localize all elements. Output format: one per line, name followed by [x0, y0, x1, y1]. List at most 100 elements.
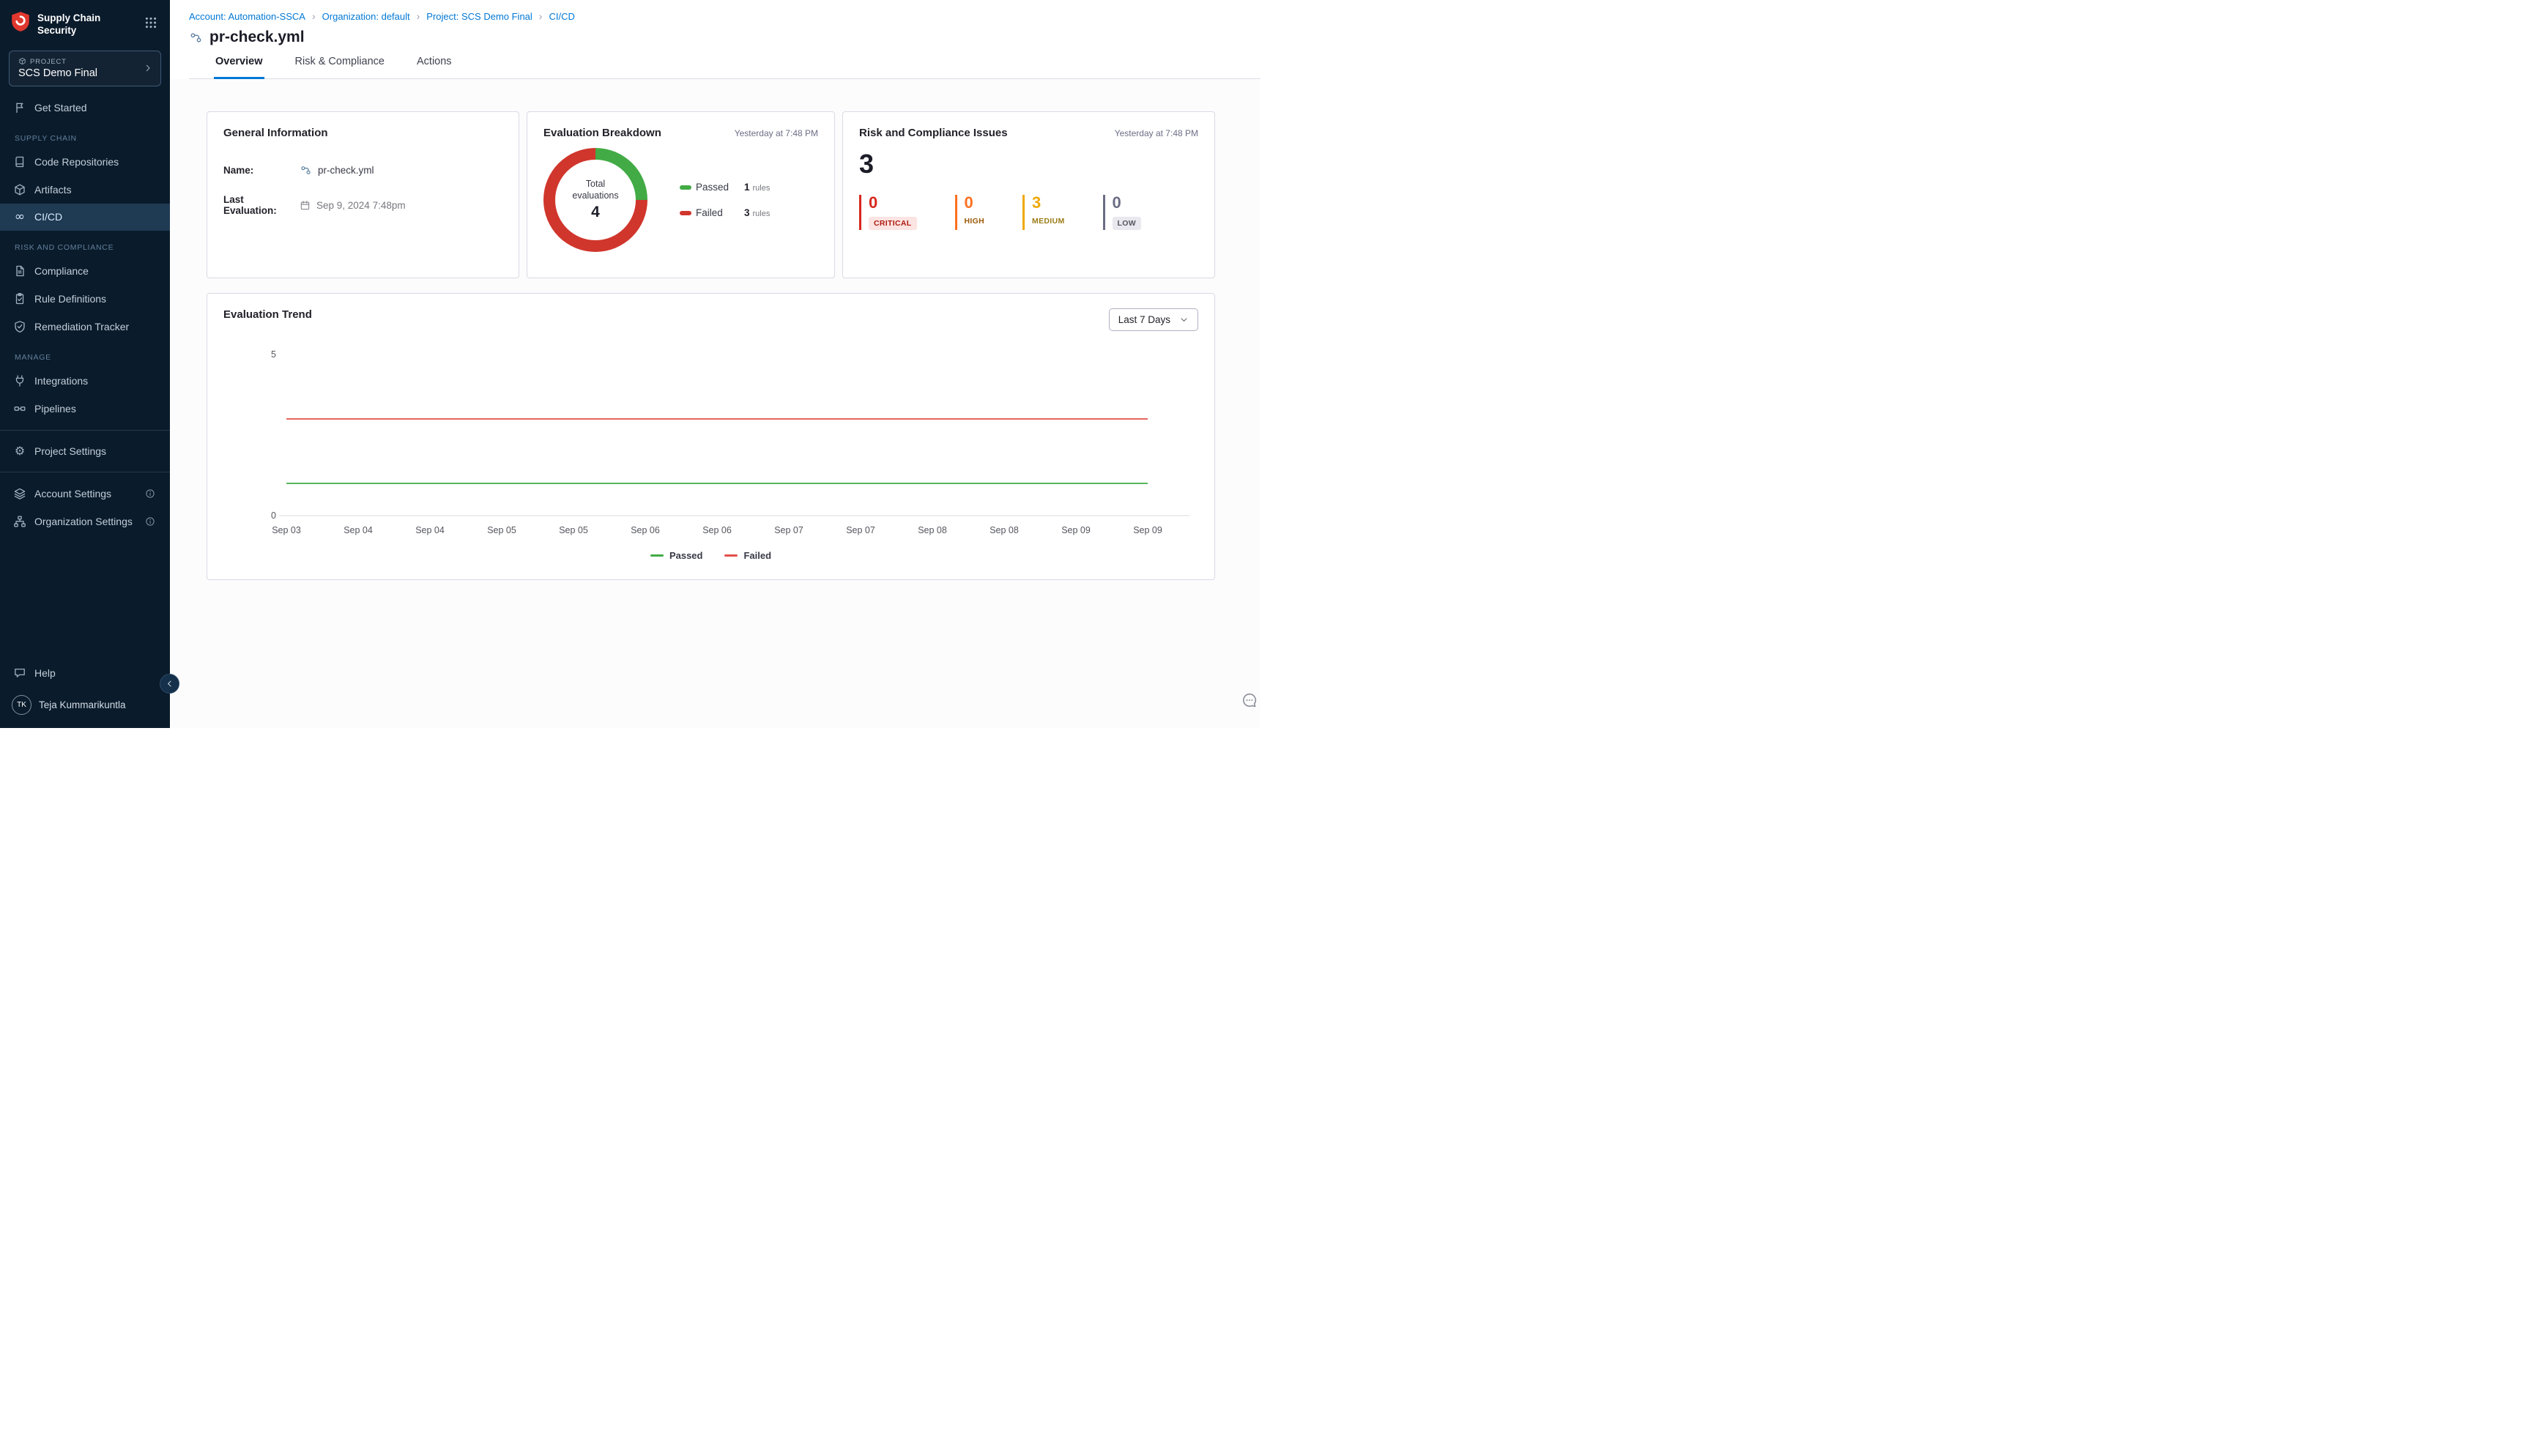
sidebar-item-ci-cd[interactable]: ∞CI/CD	[0, 204, 170, 231]
workflow-icon	[300, 164, 312, 177]
severity-high: 0HIGH	[955, 195, 985, 230]
user-name: Teja Kummarikuntla	[39, 699, 126, 710]
sidebar-nav: Get Started SUPPLY CHAIN Code Repositories…	[0, 89, 170, 659]
chevron-down-icon	[1179, 315, 1189, 324]
main-header: Account: Automation-SSCA › Organization: d…	[170, 0, 1260, 79]
tab-risk-compliance[interactable]: Risk & Compliance	[294, 56, 387, 79]
legend-count: 1rules	[744, 182, 770, 193]
sidebar-item-account-settings[interactable]: Account Settings	[0, 480, 170, 508]
last-evaluation-label: Last Evaluation:	[223, 194, 300, 216]
svg-text:Sep 08: Sep 08	[918, 525, 947, 535]
trend-chart-svg: 05Sep 03Sep 04Sep 04Sep 05Sep 05Sep 06Se…	[223, 334, 1200, 542]
date-range-select[interactable]: Last 7 Days	[1109, 308, 1198, 331]
breadcrumb-link-2[interactable]: Project: SCS Demo Final	[426, 11, 532, 22]
card-timestamp: Yesterday at 7:48 PM	[735, 128, 818, 138]
repo-icon	[13, 155, 26, 168]
project-selector[interactable]: PROJECT SCS Demo Final	[9, 51, 161, 86]
risk-and-compliance-issues-card: Risk and Compliance Issues Yesterday at …	[842, 111, 1215, 278]
sidebar-item-rule-definitions[interactable]: Rule Definitions	[0, 285, 170, 313]
cube-icon	[18, 57, 26, 67]
svg-text:Sep 04: Sep 04	[415, 525, 445, 535]
svg-text:Sep 05: Sep 05	[487, 525, 516, 535]
app-root: Supply Chain Security PROJECT SCS Demo F…	[0, 0, 1260, 728]
tab-actions[interactable]: Actions	[415, 56, 453, 79]
name-value: pr-check.yml	[318, 165, 374, 176]
sidebar-collapse-toggle[interactable]	[160, 674, 179, 694]
svg-text:Sep 03: Sep 03	[272, 525, 301, 535]
sidebar-item-integrations[interactable]: Integrations	[0, 367, 170, 395]
svg-text:5: 5	[271, 349, 276, 360]
breadcrumb-separator: ›	[417, 10, 420, 22]
legend-count: 3rules	[744, 207, 770, 218]
breadcrumb-link-3[interactable]: CI/CD	[549, 11, 574, 22]
general-info-row-last-evaluation: Last Evaluation: Sep 9, 2024 7:48pm	[223, 194, 502, 216]
sidebar-item-label: Compliance	[34, 265, 89, 277]
sidebar-item-label: Remediation Tracker	[34, 321, 129, 333]
gear-icon: ⚙	[13, 445, 26, 457]
sidebar-item-label: Account Settings	[34, 488, 111, 499]
donut-center-total: 4	[591, 204, 600, 221]
page-title: pr-check.yml	[209, 29, 305, 46]
sidebar-bottom: Help TK Teja Kummarikuntla	[0, 659, 170, 728]
sidebar-item-label: Code Repositories	[34, 156, 119, 168]
title-row: pr-check.yml	[189, 29, 1260, 46]
sidebar-divider	[0, 430, 170, 431]
severity-count: 0	[965, 195, 985, 211]
project-name: SCS Demo Final	[18, 67, 97, 79]
card-title: Evaluation Breakdown	[543, 127, 661, 139]
module-grid-icon[interactable]	[142, 14, 160, 34]
trend-legend-item-passed: Passed	[650, 550, 703, 561]
legend-unit: rules	[753, 209, 771, 218]
card-title: Evaluation Trend	[223, 308, 312, 321]
user-menu[interactable]: TK Teja Kummarikuntla	[0, 687, 170, 719]
content: General Information Name: pr-check.yml L…	[170, 79, 1260, 728]
svg-text:Sep 06: Sep 06	[702, 525, 732, 535]
breadcrumb-link-1[interactable]: Organization: default	[322, 11, 410, 22]
plug-icon	[13, 374, 26, 387]
pipeline-icon	[13, 402, 26, 415]
tab-overview[interactable]: Overview	[214, 56, 264, 79]
sidebar-item-label: Get Started	[34, 102, 87, 114]
legend-dash	[650, 554, 664, 557]
sitemap-icon	[13, 515, 26, 528]
sidebar-item-organization-settings[interactable]: Organization Settings	[0, 508, 170, 535]
sidebar-item-compliance[interactable]: Compliance	[0, 257, 170, 285]
name-label: Name:	[223, 165, 300, 176]
severity-low: 0 LOW	[1103, 195, 1141, 230]
brand-shield-logo-icon	[11, 11, 30, 33]
sidebar-item-label: Project Settings	[34, 445, 106, 457]
severity-label: CRITICAL	[869, 217, 917, 230]
legend-label: Failed	[743, 550, 771, 561]
sidebar-item-code-repositories[interactable]: Code Repositories	[0, 148, 170, 176]
severity-medium: 3MEDIUM	[1022, 195, 1064, 230]
card-title: Risk and Compliance Issues	[859, 127, 1008, 139]
sidebar-section-title: RISK AND COMPLIANCE	[0, 231, 170, 257]
severity-count: 0	[1113, 195, 1141, 211]
document-icon	[13, 264, 26, 278]
clipboard-icon	[13, 292, 26, 305]
sidebar-item-artifacts[interactable]: Artifacts	[0, 176, 170, 204]
sidebar-item-label: CI/CD	[34, 211, 62, 223]
evaluation-trend-card: Evaluation Trend Last 7 Days 0 5 Sep 03 Sep…	[207, 293, 1215, 580]
card-title: General Information	[223, 127, 328, 139]
sidebar-item-help[interactable]: Help	[0, 659, 170, 687]
evaluation-breakdown-donut: Total evaluations 4	[543, 148, 647, 252]
legend-swatch-failed	[680, 211, 691, 215]
workflow-icon	[189, 31, 203, 45]
svg-text:0: 0	[271, 510, 276, 521]
severity-label: LOW	[1113, 217, 1141, 230]
sidebar-item-remediation-tracker[interactable]: Remediation Tracker	[0, 313, 170, 341]
legend-label: Failed	[696, 207, 744, 218]
chat-help-button[interactable]	[1240, 691, 1259, 712]
sidebar-item-project-settings[interactable]: ⚙ Project Settings	[0, 438, 170, 464]
info-icon[interactable]	[144, 489, 157, 499]
sidebar-item-label: Integrations	[34, 375, 88, 387]
info-icon[interactable]	[144, 516, 157, 527]
sidebar-section-title: SUPPLY CHAIN	[0, 122, 170, 148]
breadcrumb-link-0[interactable]: Account: Automation-SSCA	[189, 11, 305, 22]
svg-text:Sep 05: Sep 05	[559, 525, 588, 535]
sidebar-item-get-started[interactable]: Get Started	[0, 94, 170, 122]
sidebar-item-pipelines[interactable]: Pipelines	[0, 395, 170, 423]
general-information-card: General Information Name: pr-check.yml L…	[207, 111, 519, 278]
severity-count: 0	[869, 195, 917, 211]
